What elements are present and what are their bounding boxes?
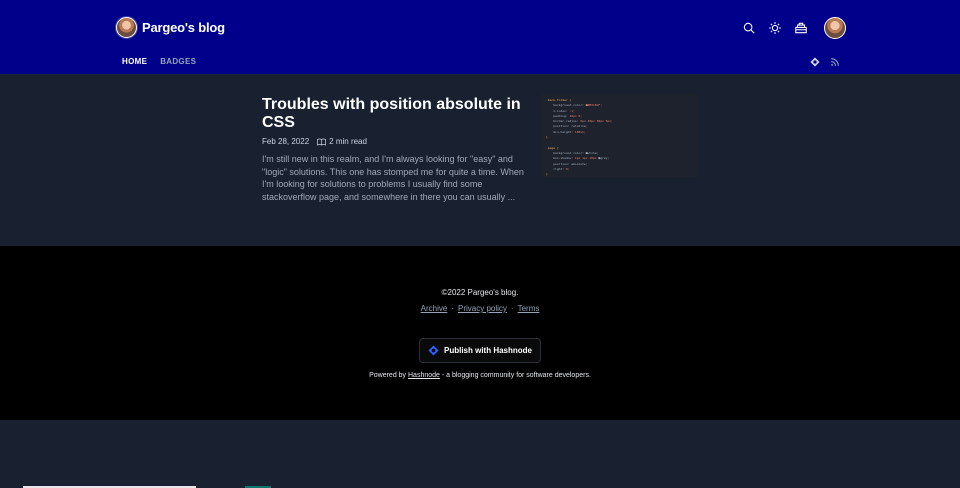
site-footer: ©2022 Pargeo's blog. Archive · Privacy pol… bbox=[0, 246, 960, 420]
post-title[interactable]: Troubles with position absolute in CSS bbox=[262, 96, 524, 132]
sun-icon[interactable] bbox=[768, 21, 782, 35]
rss-icon[interactable] bbox=[830, 57, 840, 67]
link-separator: · bbox=[451, 304, 454, 313]
powered-suffix: - a blogging community for software deve… bbox=[441, 372, 591, 379]
privacy-policy-link[interactable]: Privacy policy bbox=[458, 304, 507, 313]
code-line: } bbox=[546, 172, 548, 177]
nav-icons bbox=[810, 57, 840, 67]
dashboard-icon[interactable] bbox=[794, 21, 808, 35]
powered-by: Powered by Hashnode - a blogging communi… bbox=[0, 372, 960, 379]
blog-brand-link[interactable]: Pargeo's blog bbox=[116, 17, 225, 38]
hashnode-link[interactable]: Hashnode bbox=[408, 372, 440, 379]
hashnode-icon[interactable] bbox=[810, 57, 820, 67]
header-actions bbox=[742, 17, 846, 39]
book-icon bbox=[317, 138, 327, 146]
read-time: 2 min read bbox=[317, 137, 367, 146]
nav-home[interactable]: HOME bbox=[122, 57, 147, 66]
copyright: ©2022 Pargeo's blog. bbox=[441, 288, 519, 297]
nav-badges[interactable]: BADGES bbox=[160, 57, 196, 66]
footer-links: Archive · Privacy policy · Terms bbox=[0, 304, 960, 313]
search-icon[interactable] bbox=[742, 21, 756, 35]
link-separator: · bbox=[510, 304, 514, 313]
publish-with-hashnode-button[interactable]: Publish with Hashnode bbox=[419, 338, 541, 363]
blog-nav: HOME BADGES bbox=[122, 57, 196, 66]
read-time-label: 2 min read bbox=[329, 137, 367, 146]
post-cover-image[interactable]: .back-folder { background-color: ■#B3C0C… bbox=[541, 94, 698, 177]
blog-name: Pargeo's blog bbox=[142, 20, 225, 35]
terms-link[interactable]: Terms bbox=[518, 304, 540, 313]
user-avatar[interactable] bbox=[824, 17, 846, 39]
hashnode-icon bbox=[428, 345, 439, 356]
archive-link[interactable]: Archive bbox=[421, 304, 448, 313]
publish-label: Publish with Hashnode bbox=[443, 346, 532, 355]
post-card[interactable]: Troubles with position absolute in CSS F… bbox=[262, 94, 698, 203]
header-inner: Pargeo's blog HOME BADGES bbox=[116, 0, 846, 74]
site-header: Pargeo's blog HOME BADGES bbox=[0, 0, 960, 74]
post-excerpt[interactable]: I'm still new in this realm, and I'm alw… bbox=[262, 153, 524, 203]
blog-logo-avatar bbox=[116, 17, 137, 38]
powered-prefix: Powered by bbox=[369, 372, 407, 379]
post-date: Feb 28, 2022 bbox=[262, 137, 310, 146]
